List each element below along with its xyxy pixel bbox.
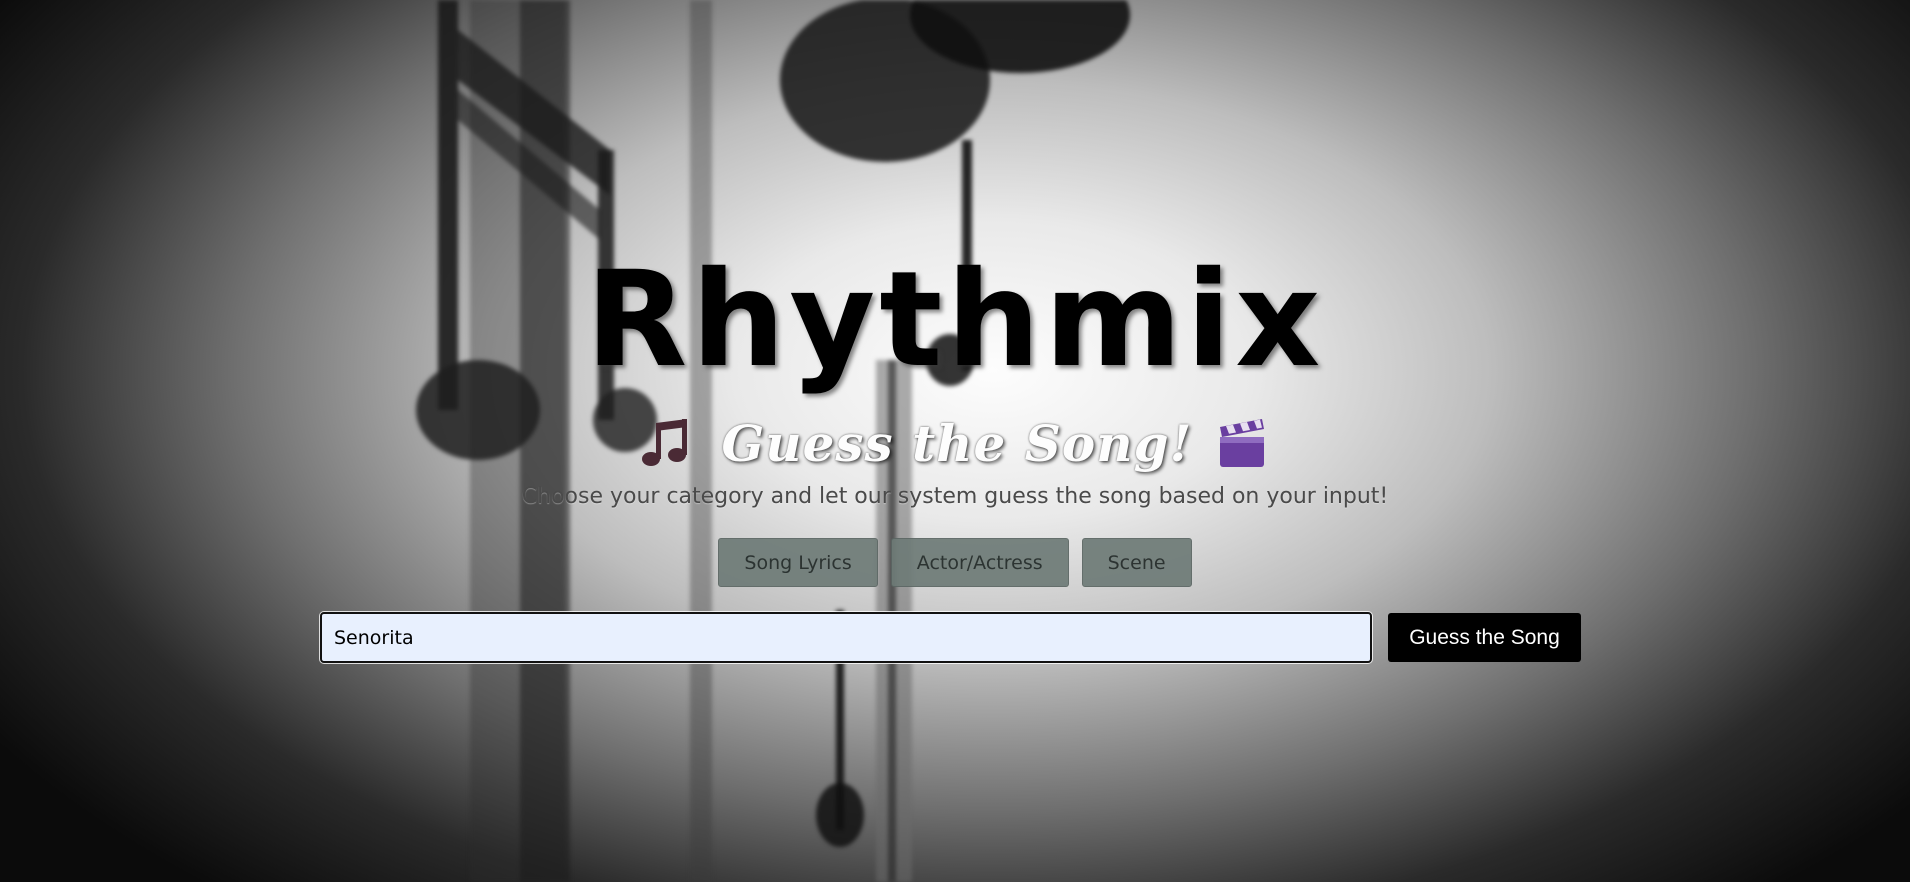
category-button-song-lyrics[interactable]: Song Lyrics	[718, 538, 878, 587]
clapperboard-icon	[1220, 419, 1265, 467]
subtitle: Guess the Song!	[721, 413, 1193, 473]
guess-the-song-button[interactable]: Guess the Song	[1388, 613, 1581, 662]
subtitle-row: Guess the Song!	[0, 410, 1910, 476]
category-button-actor-actress[interactable]: Actor/Actress	[890, 538, 1069, 587]
main-content: Rhythmix Guess the Song! Choose your cat…	[0, 0, 1910, 882]
tagline: Choose your category and let our system …	[521, 484, 1389, 509]
song-query-input[interactable]	[320, 612, 1372, 663]
app-title: Rhythmix	[585, 243, 1325, 397]
musical-notes-icon	[641, 419, 687, 466]
category-button-group: Song Lyrics Actor/Actress Scene	[0, 538, 1910, 587]
category-button-scene[interactable]: Scene	[1081, 538, 1192, 587]
